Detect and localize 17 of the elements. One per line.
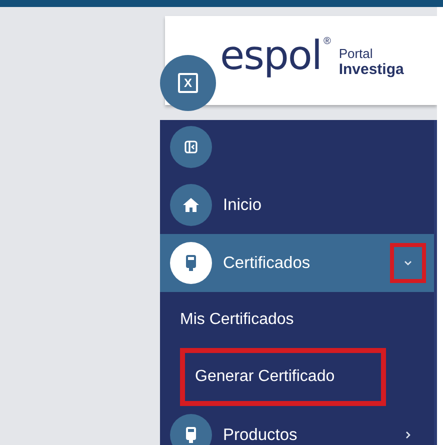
sidebar-item[interactable]: Certificados (160, 234, 434, 292)
document-icon (170, 242, 212, 284)
submenu-item[interactable]: Mis Certificados (160, 292, 434, 348)
document-icon (170, 414, 212, 445)
registered-mark: ® (323, 36, 331, 46)
chevron-right-icon (403, 430, 413, 440)
close-button[interactable]: X (160, 55, 216, 111)
logo-tagline: Portal (338, 46, 374, 62)
sidebar-toggle-icon[interactable] (170, 126, 212, 168)
logo-subtitle: Investiga (338, 62, 404, 78)
sidebar-item[interactable]: Productos (160, 406, 434, 445)
home-icon (170, 184, 212, 226)
sidebar-item[interactable]: Inicio (160, 176, 434, 234)
chevron-down-icon (403, 258, 413, 268)
logo-wordmark: espol (220, 34, 322, 78)
submenu-item[interactable]: Generar Certificado (180, 348, 386, 406)
expand-button[interactable] (390, 243, 426, 283)
